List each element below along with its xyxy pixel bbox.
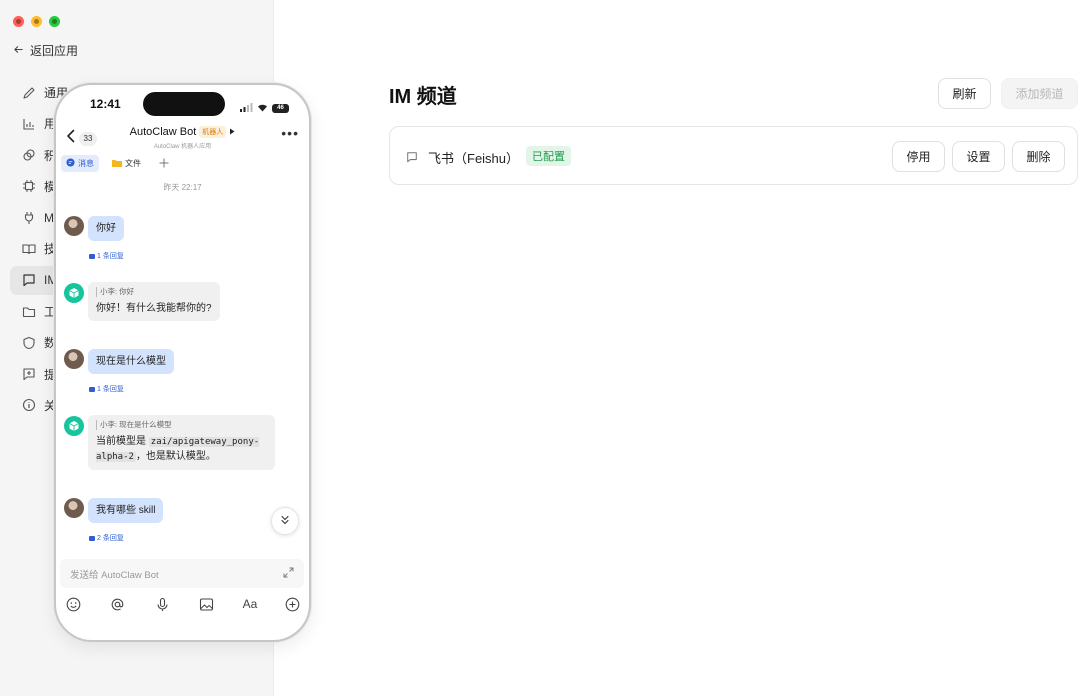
tab-files-label: 文件: [125, 159, 141, 168]
bot-avatar[interactable]: [64, 416, 84, 436]
message-text: 你好！有什么我能帮你的?: [96, 302, 212, 314]
reply-count-link[interactable]: 1 条回复: [89, 384, 124, 394]
chat-title-label: AutoClaw Bot: [129, 126, 197, 138]
channel-name: 飞书（Feishu）: [428, 151, 520, 166]
plus-box-icon: [21, 367, 36, 382]
reply-count-label: 1 条回复: [97, 386, 124, 393]
microphone-icon[interactable]: [153, 595, 171, 613]
message-bubble[interactable]: 小李: 现在是什么模型 当前模型是 zai/apigateway_pony-al…: [88, 415, 275, 470]
message-text-prefix: 当前模型是: [96, 435, 146, 447]
message-input[interactable]: 发送给 AutoClaw Bot: [60, 559, 304, 588]
reply-count-link[interactable]: 2 条回复: [89, 533, 124, 543]
bot-avatar[interactable]: [64, 283, 84, 303]
chat-title[interactable]: AutoClaw Bot 机器人: [56, 126, 309, 138]
folder-icon: [21, 304, 36, 319]
message-bubble[interactable]: 现在是什么模型: [88, 349, 174, 374]
sidebar-item-label: M: [44, 210, 54, 225]
window-controls: [13, 16, 60, 27]
status-badge: 已配置: [526, 146, 571, 166]
chat-subtitle: AutoClaw 机器人应用: [153, 144, 212, 150]
channel-settings-button[interactable]: 设置: [952, 141, 1005, 172]
date-separator: 昨天 22:17: [163, 183, 202, 192]
plug-icon: [21, 210, 36, 225]
book-icon: [21, 241, 36, 256]
chat-icon: [21, 273, 36, 288]
double-chevron-down-icon: [280, 512, 290, 530]
chat-icon: [406, 150, 419, 163]
back-to-app-label: 返回应用: [30, 44, 79, 58]
more-options-icon[interactable]: •••: [281, 125, 299, 141]
chip-icon: [21, 179, 36, 194]
reply-icon: [89, 253, 95, 259]
chart-icon: [21, 116, 36, 131]
minimize-window-button[interactable]: [31, 16, 42, 27]
user-avatar[interactable]: [64, 498, 84, 518]
font-format-icon[interactable]: Aa: [243, 595, 258, 613]
phone-mockup: 12:41 46 33 AutoClaw Bot 机器人 AutoClaw 机器人…: [54, 83, 311, 642]
disable-channel-button[interactable]: 停用: [892, 141, 945, 172]
message-text-suffix: ，也是默认模型。: [135, 451, 216, 463]
add-tab-button[interactable]: [154, 155, 174, 172]
quoted-message: 小李: 你好: [96, 287, 212, 297]
add-channel-button[interactable]: 添加频道: [1001, 78, 1078, 109]
back-to-app-link[interactable]: 返回应用: [13, 42, 78, 59]
message-bubble-icon: [66, 158, 75, 169]
pencil-icon: [21, 85, 36, 100]
arrow-left-icon: [13, 44, 24, 58]
scroll-to-bottom-button[interactable]: [271, 507, 299, 535]
wifi-icon: [257, 99, 268, 117]
delete-channel-button[interactable]: 删除: [1012, 141, 1065, 172]
emoji-icon[interactable]: [64, 595, 82, 613]
mention-icon[interactable]: [109, 595, 127, 613]
phone-clock: 12:41: [90, 97, 121, 111]
chat-tabs: 消息 文件: [61, 155, 174, 172]
bot-tag-badge: 机器人: [199, 126, 227, 138]
phone-status-bar: 46: [240, 99, 289, 117]
dynamic-island: [143, 92, 225, 116]
message-input-placeholder: 发送给 AutoClaw Bot: [70, 569, 159, 581]
caret-right-icon: [229, 126, 235, 138]
reply-count-link[interactable]: 1 条回复: [89, 251, 124, 261]
zoom-window-button[interactable]: [49, 16, 60, 27]
reply-icon: [89, 535, 95, 541]
user-avatar[interactable]: [64, 216, 84, 236]
coins-icon: [21, 148, 36, 163]
reply-icon: [89, 386, 95, 392]
expand-icon[interactable]: [283, 567, 294, 581]
tab-messages-label: 消息: [78, 159, 94, 168]
info-icon: [21, 398, 36, 413]
message-bubble[interactable]: 我有哪些 skill: [88, 498, 164, 523]
composer-toolbar: Aa: [64, 595, 302, 613]
shield-icon: [21, 335, 36, 350]
user-avatar[interactable]: [64, 349, 84, 369]
quoted-message: 小李: 现在是什么模型: [96, 420, 267, 430]
signal-icon: [240, 99, 253, 117]
plus-icon: [159, 158, 169, 170]
tab-files[interactable]: 文件: [107, 155, 146, 172]
channel-card-feishu: 飞书（Feishu） 已配置 停用 设置 删除: [389, 126, 1078, 185]
message-text: 当前模型是 zai/apigateway_pony-alpha-2 ，也是默认模型…: [96, 434, 267, 465]
page-title: IM 频道: [389, 86, 457, 108]
reply-count-label: 2 条回复: [97, 535, 124, 542]
refresh-button[interactable]: 刷新: [938, 78, 991, 109]
folder-icon: [112, 159, 122, 169]
tab-messages[interactable]: 消息: [61, 155, 99, 172]
plus-circle-icon[interactable]: [284, 595, 302, 613]
message-bubble[interactable]: 小李: 你好 你好！有什么我能帮你的?: [88, 282, 220, 321]
reply-count-label: 1 条回复: [97, 253, 124, 260]
message-bubble[interactable]: 你好: [88, 216, 124, 241]
close-window-button[interactable]: [13, 16, 24, 27]
battery-icon: 46: [272, 103, 289, 113]
image-icon[interactable]: [198, 595, 216, 613]
